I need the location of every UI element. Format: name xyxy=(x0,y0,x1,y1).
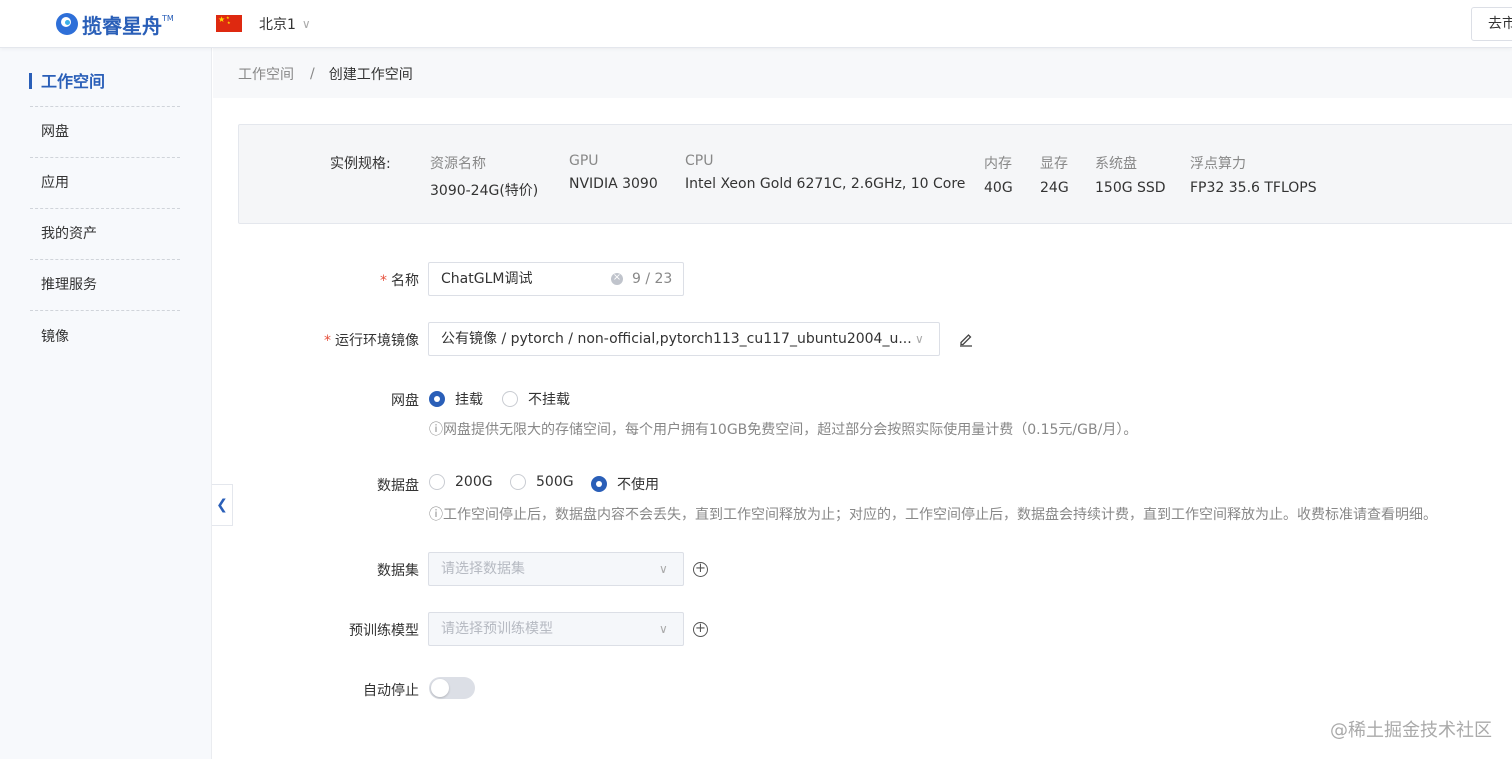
image-label-text: 运行环境镜像 xyxy=(335,333,419,349)
breadcrumb-bar: 工作空间 / 创建工作空间 xyxy=(213,48,1512,98)
spec-value: 24G xyxy=(1040,180,1069,196)
radio-dot xyxy=(429,474,445,490)
add-dataset-icon[interactable]: + xyxy=(693,562,708,577)
logo-text: 揽睿星舟 xyxy=(82,13,162,38)
breadcrumb-workspace-link[interactable]: 工作空间 xyxy=(238,64,294,84)
add-pretrained-icon[interactable]: + xyxy=(693,622,708,637)
sidebar-collapse-button[interactable]: ❮ xyxy=(212,484,233,526)
spec-value: NVIDIA 3090 xyxy=(569,176,658,192)
image-select-value: 公有镜像 / pytorch / non-official,pytorch113… xyxy=(441,331,912,347)
logo[interactable]: 揽睿星舟 TM xyxy=(56,10,174,38)
netdisk-label: 网盘 xyxy=(391,393,419,409)
image-select[interactable]: 公有镜像 / pytorch / non-official,pytorch113… xyxy=(428,322,940,356)
sidebar-item-my-assets[interactable]: 我的资产 xyxy=(30,209,180,260)
sidebar: 工作空间 网盘 应用 我的资产 推理服务 镜像 xyxy=(0,48,212,759)
sidebar-item-images[interactable]: 镜像 xyxy=(30,312,180,363)
radio-label: 500G xyxy=(536,474,574,490)
spec-header: GPU xyxy=(569,153,599,169)
autostop-label: 自动停止 xyxy=(363,683,419,699)
clear-icon[interactable] xyxy=(611,271,623,285)
spec-gpu: GPU NVIDIA 3090 xyxy=(569,153,658,192)
spec-resource-name: 资源名称 3090-24G(特价) xyxy=(430,153,538,200)
spec-label: 实例规格: xyxy=(330,156,391,172)
radio-label: 不挂载 xyxy=(528,392,570,408)
instance-spec-panel: 实例规格: 资源名称 3090-24G(特价) GPU NVIDIA 3090 … xyxy=(238,124,1512,224)
radio-label: 挂载 xyxy=(455,392,483,408)
name-label: * 名称 xyxy=(269,270,419,290)
radio-dot xyxy=(510,474,526,490)
chevron-down-icon: ∨ xyxy=(301,17,311,31)
netdisk-unmount-radio[interactable]: 不挂载 xyxy=(502,389,570,409)
region-label: 北京1 xyxy=(259,17,296,33)
spec-memory: 内存 40G xyxy=(984,153,1013,196)
name-input[interactable]: ChatGLM调试 9 / 23 xyxy=(428,262,684,296)
pretrained-placeholder: 请选择预训练模型 xyxy=(441,621,553,637)
pretrained-select[interactable]: 请选择预训练模型 ∨ xyxy=(428,612,684,646)
spec-system-disk: 系统盘 150G SSD xyxy=(1095,153,1166,196)
dataset-select[interactable]: 请选择数据集 ∨ xyxy=(428,552,684,586)
breadcrumb-separator: / xyxy=(310,66,315,82)
radio-dot xyxy=(502,391,518,407)
radio-dot xyxy=(429,391,445,407)
top-bar: 揽睿星舟 TM ★★★ 北京1 ∨ 去市 xyxy=(0,0,1512,48)
autostop-toggle[interactable] xyxy=(429,677,475,699)
watermark: @稀土掘金技术社区 xyxy=(1330,720,1492,741)
spec-value: 3090-24G(特价) xyxy=(430,183,539,199)
name-input-value: ChatGLM调试 xyxy=(441,271,533,287)
spec-header: 显存 xyxy=(1040,156,1068,172)
name-char-counter: 9 / 23 xyxy=(632,271,673,287)
spec-value: FP32 35.6 TFLOPS xyxy=(1190,180,1317,196)
logo-trademark: TM xyxy=(162,13,174,23)
spec-cpu: CPU Intel Xeon Gold 6271C, 2.6GHz, 10 Co… xyxy=(685,153,965,192)
datadisk-label: 数据盘 xyxy=(377,478,419,494)
name-label-text: 名称 xyxy=(391,273,419,289)
breadcrumb-current: 创建工作空间 xyxy=(328,67,413,83)
china-flag-icon: ★ ★ ★ xyxy=(216,15,242,32)
radio-dot xyxy=(591,476,607,492)
chevron-down-icon: ∨ xyxy=(915,332,924,346)
dataset-label: 数据集 xyxy=(377,563,419,579)
spec-header: 内存 xyxy=(984,156,1012,172)
sidebar-item-inference[interactable]: 推理服务 xyxy=(30,260,180,311)
chevron-down-icon: ∨ xyxy=(659,622,668,636)
spec-header: 资源名称 xyxy=(430,156,486,172)
chevron-down-icon: ∨ xyxy=(659,562,668,576)
radio-label: 200G xyxy=(455,474,493,490)
netdisk-mount-radio[interactable]: 挂载 xyxy=(429,389,483,409)
chevron-left-icon: ❮ xyxy=(216,497,228,513)
spec-flops: 浮点算力 FP32 35.6 TFLOPS xyxy=(1190,153,1317,196)
image-label: * 运行环境镜像 xyxy=(269,330,419,350)
region-selector[interactable]: 北京1 ∨ xyxy=(259,14,311,34)
spec-header: 浮点算力 xyxy=(1190,156,1246,172)
market-button[interactable]: 去市 xyxy=(1471,7,1512,41)
spec-value: 40G xyxy=(984,180,1013,196)
datadisk-tip: ⓘ工作空间停止后，数据盘内容不会丢失，直到工作空间释放为止；对应的，工作空间停止… xyxy=(429,507,1437,523)
required-mark: * xyxy=(380,273,387,289)
datadisk-none-radio[interactable]: 不使用 xyxy=(591,474,659,494)
spec-value: 150G SSD xyxy=(1095,180,1166,196)
logo-icon xyxy=(56,13,78,35)
spec-header: CPU xyxy=(685,153,714,169)
spec-value: Intel Xeon Gold 6271C, 2.6GHz, 10 Core xyxy=(685,176,966,192)
sidebar-item-apps[interactable]: 应用 xyxy=(30,158,180,209)
dataset-placeholder: 请选择数据集 xyxy=(441,561,525,577)
pretrained-label: 预训练模型 xyxy=(349,623,419,639)
breadcrumb: 工作空间 / 创建工作空间 xyxy=(238,64,413,84)
spec-vram: 显存 24G xyxy=(1040,153,1069,196)
netdisk-tip: ⓘ网盘提供无限大的存储空间，每个用户拥有10GB免费空间，超过部分会按照实际使用… xyxy=(429,422,1138,438)
spec-header: 系统盘 xyxy=(1095,156,1137,172)
required-mark: * xyxy=(324,333,331,349)
datadisk-500g-radio[interactable]: 500G xyxy=(510,474,574,490)
sidebar-item-workspace[interactable]: 工作空间 xyxy=(29,56,180,107)
radio-label: 不使用 xyxy=(617,477,659,493)
datadisk-200g-radio[interactable]: 200G xyxy=(429,474,493,490)
edit-icon[interactable] xyxy=(958,331,974,347)
sidebar-item-netdisk[interactable]: 网盘 xyxy=(30,107,180,158)
